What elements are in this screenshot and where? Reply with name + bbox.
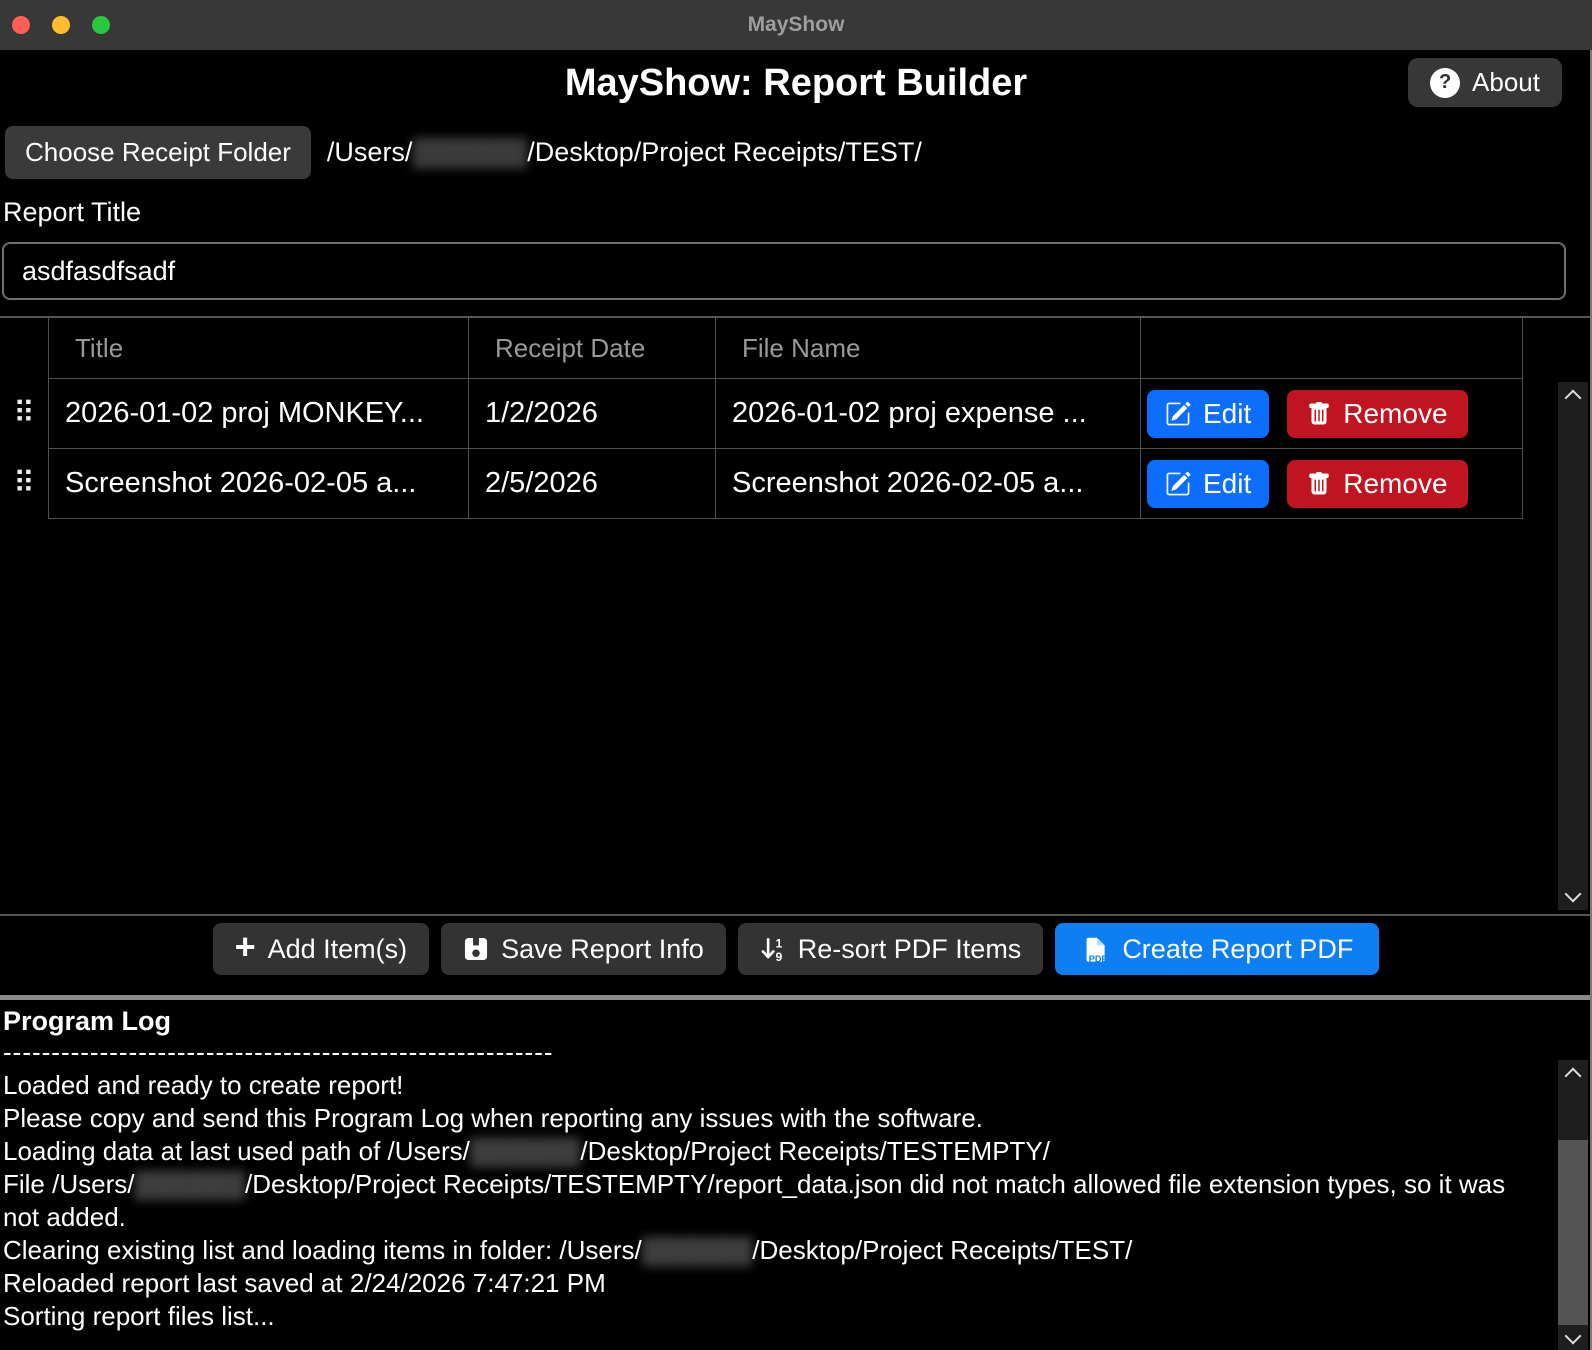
column-header-receipt-date: Receipt Date xyxy=(468,318,715,379)
remove-button-label: Remove xyxy=(1343,398,1447,430)
report-title-input[interactable] xyxy=(2,242,1566,300)
path-prefix: /Users/ xyxy=(327,137,413,167)
remove-button-label: Remove xyxy=(1343,468,1447,500)
cell-actions: Edit Remove xyxy=(1140,449,1523,519)
log-text: Loading data at last used path of /Users… xyxy=(3,1136,470,1166)
log-line: Reloaded report last saved at 2/24/2026 … xyxy=(3,1267,1533,1300)
cell-receipt-date: 2/5/2026 xyxy=(468,449,715,519)
table-header-row: Title Receipt Date File Name xyxy=(0,318,1592,379)
pdf-file-icon: PDF xyxy=(1081,936,1108,963)
column-header-file-name: File Name xyxy=(715,318,1140,379)
cell-title: Screenshot 2026-02-05 a... xyxy=(48,449,468,519)
program-log-separator: ----------------------------------------… xyxy=(3,1037,1592,1067)
table-row: ⠿ 2026-01-02 proj MONKEY... 1/2/2026 202… xyxy=(0,379,1592,449)
cell-receipt-date: 1/2/2026 xyxy=(468,379,715,449)
handle-column-spacer xyxy=(0,318,48,379)
row-drag-handle[interactable]: ⠿ xyxy=(0,379,48,449)
column-header-title: Title xyxy=(48,318,468,379)
log-text: File /Users/ xyxy=(3,1169,134,1199)
receipt-folder-path: /Users/▒▒▒▒▒▒/Desktop/Project Receipts/T… xyxy=(327,137,922,168)
edit-button[interactable]: Edit xyxy=(1147,460,1269,508)
drag-handle-icon: ⠿ xyxy=(13,469,35,499)
add-items-label: Add Item(s) xyxy=(268,934,408,965)
cell-file-name: Screenshot 2026-02-05 a... xyxy=(715,449,1140,519)
edit-button[interactable]: Edit xyxy=(1147,390,1269,438)
edit-button-label: Edit xyxy=(1203,468,1251,500)
remove-button[interactable]: Remove xyxy=(1287,460,1467,508)
about-button-label: About xyxy=(1472,67,1540,98)
log-line: Loaded and ready to create report! xyxy=(3,1069,1533,1102)
program-log-section: Program Log ----------------------------… xyxy=(0,1000,1592,1350)
window-titlebar: MayShow xyxy=(0,0,1592,50)
log-text: Clearing existing list and loading items… xyxy=(3,1235,642,1265)
minimize-window-icon[interactable] xyxy=(52,16,70,34)
redacted-username: ▒▒▒▒▒▒ xyxy=(134,1169,245,1199)
app-header: MayShow: Report Builder ? About xyxy=(0,50,1592,116)
redacted-username: ▒▒▒▒▒▒ xyxy=(412,137,527,167)
resort-pdf-label: Re-sort PDF Items xyxy=(798,934,1022,965)
pencil-square-icon xyxy=(1165,401,1191,427)
log-line: Clearing existing list and loading items… xyxy=(3,1234,1533,1267)
question-icon: ? xyxy=(1430,68,1460,98)
pencil-square-icon xyxy=(1165,471,1191,497)
redacted-username: ▒▒▒▒▒▒ xyxy=(642,1235,753,1265)
window-title: MayShow xyxy=(748,13,845,37)
folder-row: Choose Receipt Folder /Users/▒▒▒▒▒▒/Desk… xyxy=(5,126,1592,179)
cell-title: 2026-01-02 proj MONKEY... xyxy=(48,379,468,449)
cell-actions: Edit Remove xyxy=(1140,379,1523,449)
zoom-window-icon[interactable] xyxy=(92,16,110,34)
sort-numeric-down-icon: 19 xyxy=(760,936,786,962)
close-window-icon[interactable] xyxy=(12,16,30,34)
table-row: ⠿ Screenshot 2026-02-05 a... 2/5/2026 Sc… xyxy=(0,449,1592,519)
redacted-username: ▒▒▒▒▒▒ xyxy=(470,1136,581,1166)
receipt-table: Title Receipt Date File Name ⠿ 2026-01-0… xyxy=(0,316,1592,916)
log-scrollbar[interactable] xyxy=(1558,1060,1588,1350)
program-log-body: Loaded and ready to create report! Pleas… xyxy=(3,1069,1533,1333)
chevron-up-icon[interactable] xyxy=(1565,390,1582,407)
create-report-pdf-button[interactable]: PDF Create Report PDF xyxy=(1055,923,1379,975)
chevron-up-icon[interactable] xyxy=(1565,1068,1582,1085)
save-report-info-button[interactable]: Save Report Info xyxy=(441,923,726,975)
row-drag-handle[interactable]: ⠿ xyxy=(0,449,48,519)
drag-handle-icon: ⠿ xyxy=(13,399,35,429)
log-line: Please copy and send this Program Log wh… xyxy=(3,1102,1533,1135)
traffic-lights xyxy=(12,0,110,50)
save-report-label: Save Report Info xyxy=(501,934,704,965)
cell-file-name: 2026-01-02 proj expense ... xyxy=(715,379,1140,449)
svg-text:1: 1 xyxy=(775,936,782,950)
svg-text:PDF: PDF xyxy=(1089,953,1108,962)
path-suffix: /Desktop/Project Receipts/TEST/ xyxy=(527,137,922,167)
log-text: /Desktop/Project Receipts/TESTEMPTY/ xyxy=(580,1136,1050,1166)
create-report-pdf-label: Create Report PDF xyxy=(1122,934,1353,965)
trash-icon xyxy=(1307,401,1331,427)
actions-toolbar: + Add Item(s) Save Report Info 19 Re-sor… xyxy=(0,923,1592,975)
log-text: /Desktop/Project Receipts/TEST/ xyxy=(752,1235,1132,1265)
remove-button[interactable]: Remove xyxy=(1287,390,1467,438)
log-line: File /Users/▒▒▒▒▒▒/Desktop/Project Recei… xyxy=(3,1168,1533,1234)
log-scrollbar-thumb[interactable] xyxy=(1558,1140,1588,1325)
column-header-actions xyxy=(1140,318,1523,379)
svg-text:9: 9 xyxy=(775,950,782,962)
page-title: MayShow: Report Builder xyxy=(0,50,1592,105)
edit-button-label: Edit xyxy=(1203,398,1251,430)
log-line: Loading data at last used path of /Users… xyxy=(3,1135,1533,1168)
resort-pdf-items-button[interactable]: 19 Re-sort PDF Items xyxy=(738,923,1044,975)
program-log-title: Program Log xyxy=(3,1006,1592,1037)
chevron-down-icon[interactable] xyxy=(1565,886,1582,903)
chevron-down-icon[interactable] xyxy=(1565,1328,1582,1345)
trash-icon xyxy=(1307,471,1331,497)
about-button[interactable]: ? About xyxy=(1408,58,1562,107)
add-items-button[interactable]: + Add Item(s) xyxy=(213,923,430,975)
floppy-save-icon xyxy=(463,936,489,962)
choose-receipt-folder-button[interactable]: Choose Receipt Folder xyxy=(5,126,311,179)
table-scrollbar[interactable] xyxy=(1558,382,1588,910)
log-line: Sorting report files list... xyxy=(3,1300,1533,1333)
report-title-label: Report Title xyxy=(3,197,1592,228)
